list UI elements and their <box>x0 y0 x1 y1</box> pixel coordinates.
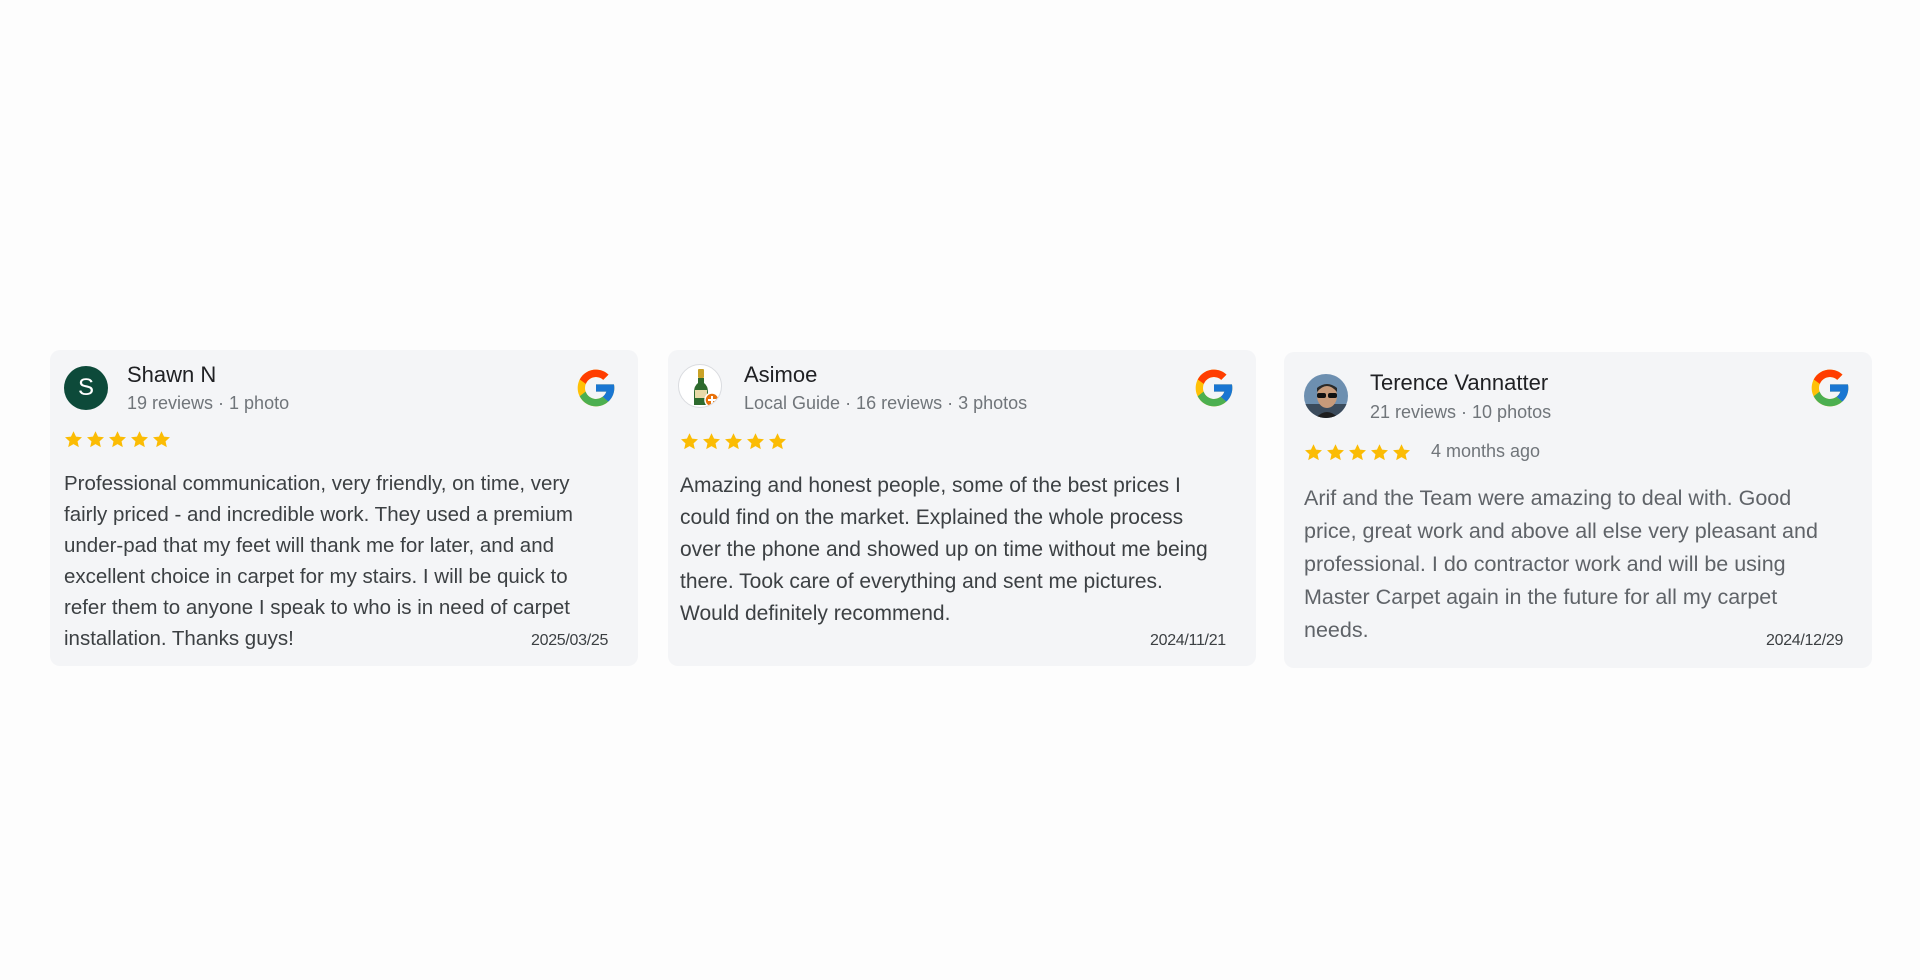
star-icon <box>680 432 699 451</box>
reviewer-meta: Local Guide · 16 reviews · 3 photos <box>744 393 1028 413</box>
review-text: Professional communication, very friendl… <box>64 472 573 650</box>
star-icon <box>1370 443 1389 462</box>
review-date: 2025/03/25 <box>531 632 609 649</box>
star-icon <box>64 430 83 449</box>
star-icon <box>702 432 721 451</box>
review-date: 2024/11/21 <box>1150 632 1226 649</box>
star-rating <box>64 430 171 449</box>
star-icon <box>1392 443 1411 462</box>
google-icon <box>1808 366 1852 410</box>
star-icon <box>746 432 765 451</box>
star-icon <box>1304 443 1323 462</box>
star-icon <box>1348 443 1367 462</box>
star-icon <box>130 430 149 449</box>
review-time-ago: 4 months ago <box>1431 441 1541 461</box>
google-icon <box>574 366 618 410</box>
profile-photo-avatar[interactable] <box>1304 374 1348 418</box>
avatar[interactable]: S <box>64 366 108 410</box>
reviewer-meta: 21 reviews · 10 photos <box>1370 402 1552 422</box>
star-icon <box>152 430 171 449</box>
star-icon <box>1326 443 1345 462</box>
review-card: Terence Vannatter 21 reviews · 10 photos… <box>1284 352 1872 668</box>
review-text: Amazing and honest people, some of the b… <box>680 474 1208 625</box>
star-rating <box>1304 443 1411 462</box>
reviewer-name[interactable]: Terence Vannatter <box>1370 370 1548 396</box>
reviewer-name[interactable]: Shawn N <box>127 362 216 388</box>
review-text: Arif and the Team were amazing to deal w… <box>1304 486 1818 642</box>
google-icon <box>1192 366 1236 410</box>
reviewer-name[interactable]: Asimoe <box>744 362 817 388</box>
star-icon <box>108 430 127 449</box>
reviewer-meta: 19 reviews · 1 photo <box>127 393 290 413</box>
review-date: 2024/12/29 <box>1766 632 1844 649</box>
champagne-bottle-avatar[interactable] <box>678 364 722 408</box>
star-icon <box>724 432 743 451</box>
star-icon <box>86 430 105 449</box>
review-card: S Shawn N 19 reviews · 1 photo Professio… <box>50 350 638 666</box>
star-icon <box>768 432 787 451</box>
review-card: Asimoe Local Guide · 16 reviews · 3 phot… <box>668 350 1256 666</box>
reviews-carousel: S Shawn N 19 reviews · 1 photo Professio… <box>0 0 1920 980</box>
star-rating <box>680 432 787 451</box>
